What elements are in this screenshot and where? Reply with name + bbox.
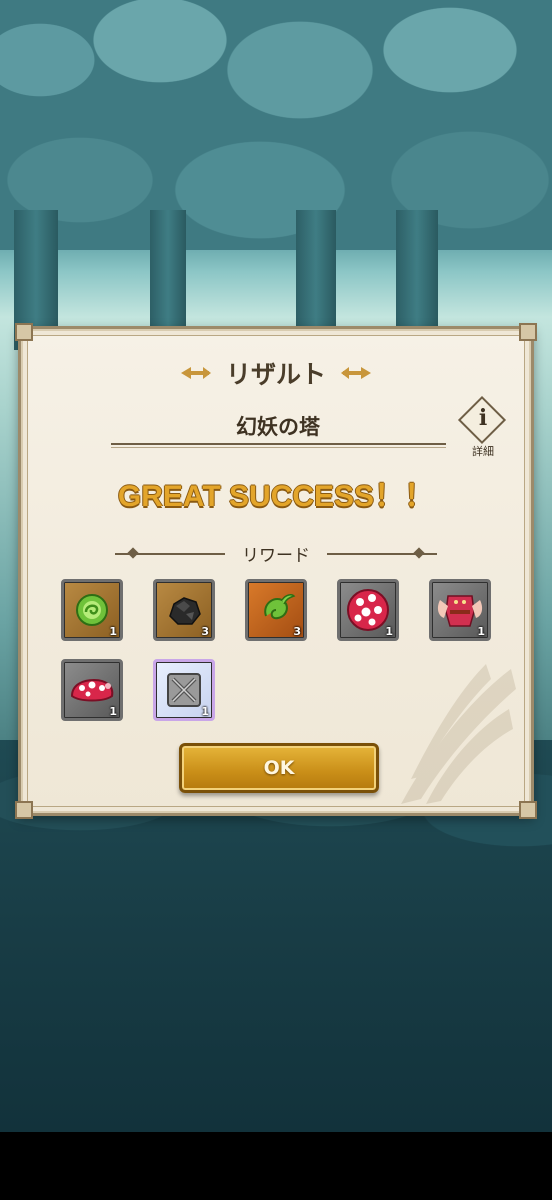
divider (111, 447, 446, 448)
item-quantity: 1 (109, 705, 117, 718)
item-quantity: 1 (385, 625, 393, 638)
result-text: GREAT SUCCESS！！ (117, 480, 435, 513)
reward-header: リワード (21, 541, 531, 566)
item-quantity: 3 (201, 625, 209, 638)
frame-corner (15, 801, 33, 819)
reward-item-black-ore[interactable]: 3 (153, 579, 215, 641)
result-dialog: リザルト 幻妖の塔 i 詳細 GREAT SUCCESS！！ リワード 1 3 … (15, 323, 537, 819)
frame-corner (15, 323, 33, 341)
ok-button[interactable]: OK (179, 743, 379, 793)
frame-corner (519, 801, 537, 819)
ornament-line (114, 552, 225, 555)
dialog-title: リザルト (225, 360, 326, 389)
reward-item-locked-slot[interactable]: 1 (153, 659, 215, 721)
reward-item-green-orb[interactable]: 1 (61, 579, 123, 641)
item-quantity: 1 (109, 625, 117, 638)
tree-canopy (0, 0, 552, 250)
reward-item-spotted-mushroom-ball[interactable]: 1 (337, 579, 399, 641)
right-arrow-ornament-icon (341, 367, 372, 379)
info-glyph: i (478, 405, 488, 431)
feather-watermark-icon (401, 664, 516, 804)
reward-title: リワード (242, 546, 310, 566)
frame-corner (519, 323, 537, 341)
dialog-header: リザルト (21, 355, 531, 391)
details-label: 詳細 (472, 445, 494, 458)
left-arrow-ornament-icon (180, 367, 211, 379)
item-quantity: 1 (477, 625, 485, 638)
item-quantity: 3 (293, 625, 301, 638)
stage-name: 幻妖の塔 (236, 415, 320, 439)
reward-item-green-swirl-fruit[interactable]: 3 (245, 579, 307, 641)
divider (111, 443, 446, 445)
reward-item-red-mushroom-costume[interactable]: 1 (429, 579, 491, 641)
details-button[interactable]: i 詳細 (457, 395, 509, 461)
item-quantity: 1 (201, 705, 209, 718)
system-nav-bar (0, 1132, 552, 1200)
reward-item-mushroom-cap-hat[interactable]: 1 (61, 659, 123, 721)
ornament-line (327, 552, 438, 555)
